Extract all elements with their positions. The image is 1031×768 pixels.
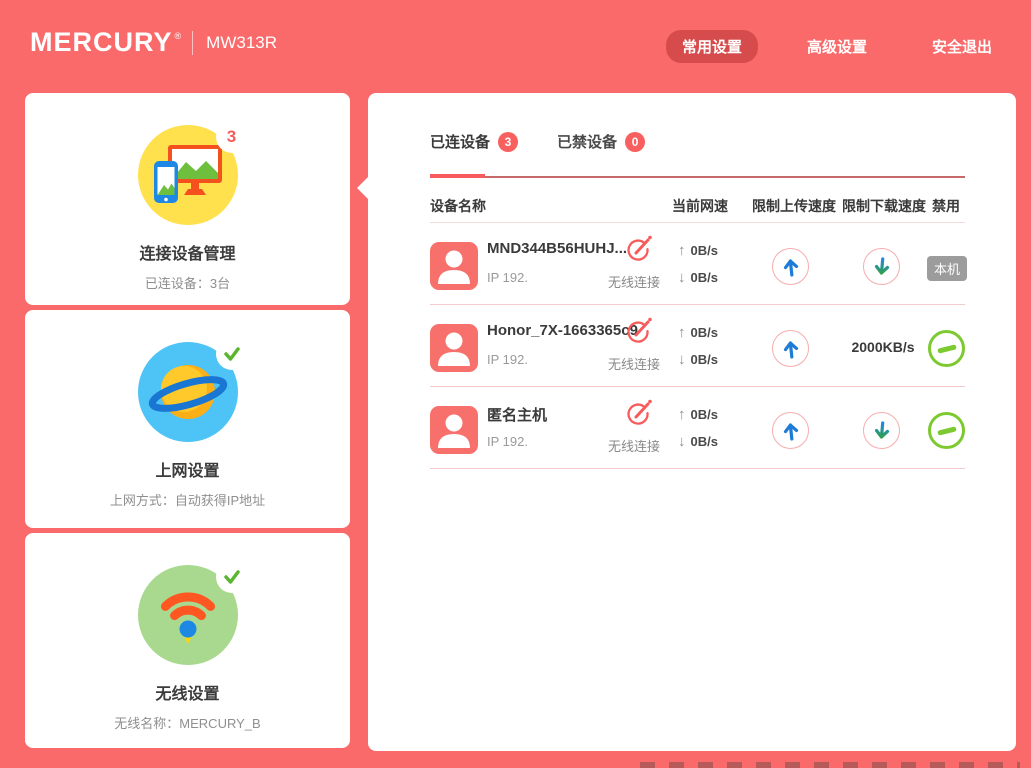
configured-check — [216, 338, 248, 370]
device-name: MND344B56HUHJ... — [487, 240, 627, 257]
sidebar-card-device-management[interactable]: 3 连接设备管理 已连设备：3台 — [25, 93, 350, 305]
card-subtitle: 上网方式：自动获得IP地址 — [25, 490, 350, 509]
model-number: MW313R — [206, 33, 277, 53]
connected-count-badge: 3 — [498, 132, 518, 152]
top-nav: 常用设置 高级设置 安全退出 — [666, 30, 1008, 63]
device-name: 匿名主机 — [487, 404, 547, 425]
download-speed: 0B/s — [691, 352, 718, 367]
table-row: MND344B56HUHJ... IP 192. 无线连接 ↑ 0B/s ↓ 0B/… — [430, 228, 965, 305]
ban-device-button[interactable] — [928, 412, 965, 449]
set-download-limit-button[interactable] — [863, 412, 900, 449]
banned-count-badge: 0 — [625, 132, 645, 152]
brand-name: MERCURY — [30, 27, 173, 58]
device-name: Honor_7X-1663365c9 — [487, 322, 638, 339]
clipped-bottom-text — [640, 762, 1020, 768]
upload-speed: 0B/s — [691, 325, 718, 340]
column-ban: 禁用 — [931, 196, 961, 216]
tab-underline — [430, 176, 965, 178]
card-subtitle: 无线名称：MERCURY_B — [25, 713, 350, 732]
up-arrow-icon: ↑ — [678, 242, 686, 259]
active-card-pointer — [357, 177, 368, 199]
minus-icon — [937, 344, 957, 353]
ban-device-button[interactable] — [928, 330, 965, 367]
edit-name-icon[interactable] — [626, 316, 654, 344]
table-header-divider — [430, 222, 965, 223]
edit-name-icon[interactable] — [626, 234, 654, 262]
connection-type: 无线连接 — [570, 354, 660, 373]
logo-divider — [192, 31, 193, 55]
connection-type: 无线连接 — [570, 436, 660, 455]
set-upload-limit-button[interactable] — [772, 412, 809, 449]
tab-banned-devices[interactable]: 已禁设备 0 — [557, 131, 645, 152]
user-avatar-icon — [430, 324, 478, 372]
table-row: Honor_7X-1663365c9 IP 192. 无线连接 ↑ 0B/s ↓ 0… — [430, 310, 965, 387]
down-arrow-icon: ↓ — [678, 269, 686, 286]
current-speed: ↑ 0B/s ↓ 0B/s — [678, 237, 718, 291]
current-speed: ↑ 0B/s ↓ 0B/s — [678, 401, 718, 455]
up-arrow-icon: ↑ — [678, 324, 686, 341]
upload-speed: 0B/s — [691, 243, 718, 258]
row-divider — [430, 386, 965, 387]
sidebar-card-wireless-settings[interactable]: 无线设置 无线名称：MERCURY_B — [25, 533, 350, 748]
local-host-badge: 本机 — [927, 256, 967, 281]
edit-name-icon[interactable] — [626, 398, 654, 426]
device-ip: IP 192. — [487, 434, 528, 449]
down-arrow-icon: ↓ — [678, 433, 686, 450]
column-device-name: 设备名称 — [430, 196, 486, 216]
column-download-limit: 限制下载速度 — [842, 196, 926, 216]
table-row: 匿名主机 IP 192. 无线连接 ↑ 0B/s ↓ 0B/s — [430, 392, 965, 469]
download-speed: 0B/s — [691, 434, 718, 449]
planet-icon — [138, 342, 238, 442]
column-upload-limit: 限制上传速度 — [752, 196, 836, 216]
user-avatar-icon — [430, 242, 478, 290]
up-arrow-icon: ↑ — [678, 406, 686, 423]
card-title: 无线设置 — [25, 680, 350, 704]
row-divider — [430, 304, 965, 305]
down-arrow-icon: ↓ — [678, 351, 686, 368]
upload-speed: 0B/s — [691, 407, 718, 422]
devices-icon: 3 — [138, 125, 238, 225]
check-icon — [222, 567, 242, 587]
set-download-limit-button[interactable] — [863, 248, 900, 285]
set-upload-limit-button[interactable] — [772, 248, 809, 285]
sidebar-card-internet-settings[interactable]: 上网设置 上网方式：自动获得IP地址 — [25, 310, 350, 528]
wifi-icon — [138, 565, 238, 665]
card-title: 连接设备管理 — [25, 240, 350, 264]
connection-type: 无线连接 — [570, 272, 660, 291]
device-tabs: 已连设备 3 已禁设备 0 — [430, 131, 645, 152]
device-ip: IP 192. — [487, 352, 528, 367]
card-subtitle: 已连设备：3台 — [25, 273, 350, 292]
router-admin-page: MERCURY ® MW313R 常用设置 高级设置 安全退出 3 — [0, 0, 1031, 768]
download-speed: 0B/s — [691, 270, 718, 285]
device-list-panel: 已连设备 3 已禁设备 0 设备名称 当前网速 限制上传速度 限制下载速度 禁用 — [368, 93, 1016, 751]
row-divider — [430, 468, 965, 469]
current-speed: ↑ 0B/s ↓ 0B/s — [678, 319, 718, 373]
tab-connected-devices[interactable]: 已连设备 3 — [430, 131, 518, 152]
brand-logo: MERCURY ® MW313R — [30, 27, 277, 58]
nav-common-settings[interactable]: 常用设置 — [666, 30, 758, 63]
nav-safe-logout[interactable]: 安全退出 — [916, 30, 1008, 63]
minus-icon — [937, 426, 957, 435]
set-upload-limit-button[interactable] — [772, 330, 809, 367]
user-avatar-icon — [430, 406, 478, 454]
active-tab-underline — [430, 174, 485, 178]
registered-mark: ® — [175, 31, 182, 41]
device-count-badge: 3 — [216, 121, 248, 153]
check-icon — [222, 344, 242, 364]
nav-advanced-settings[interactable]: 高级设置 — [791, 30, 883, 63]
column-current-speed: 当前网速 — [672, 196, 728, 216]
device-ip: IP 192. — [487, 270, 528, 285]
card-title: 上网设置 — [25, 457, 350, 481]
configured-check — [216, 561, 248, 593]
